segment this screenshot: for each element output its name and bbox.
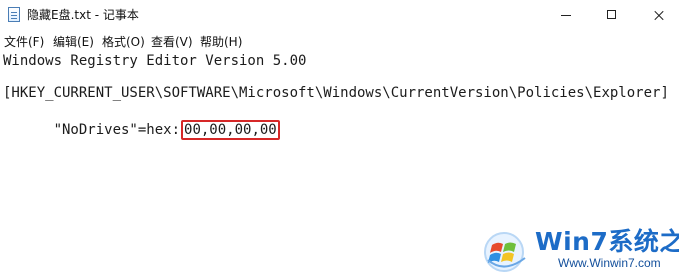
editor-line-version: Windows Registry Editor Version 5.00 (3, 53, 307, 69)
maximize-icon (607, 10, 616, 19)
window-title: 隐藏E盘.txt - 记事本 (27, 8, 139, 22)
highlighted-hex-value: 00,00,00,00 (181, 120, 280, 140)
value-name-text: "NoDrives"=hex: (53, 122, 181, 138)
menu-view[interactable]: 查看(V) (151, 33, 193, 51)
minimize-icon (561, 15, 571, 16)
menu-bar: 文件(F) 编辑(E) 格式(O) 查看(V) 帮助(H) (0, 31, 679, 53)
menu-format[interactable]: 格式(O) (102, 33, 145, 51)
menu-file[interactable]: 文件(F) (4, 33, 44, 51)
title-bar: 隐藏E盘.txt - 记事本 (0, 0, 679, 31)
menu-edit[interactable]: 编辑(E) (53, 33, 94, 51)
maximize-button[interactable] (589, 0, 635, 31)
text-editor[interactable]: Windows Registry Editor Version 5.00 [HK… (0, 52, 679, 277)
menu-help[interactable]: 帮助(H) (200, 33, 242, 51)
minimize-button[interactable] (543, 0, 589, 31)
close-button[interactable] (635, 0, 679, 31)
notepad-icon (8, 7, 20, 22)
notepad-window: 隐藏E盘.txt - 记事本 文件(F) 编辑(E) 格式(O) 查看(V) 帮… (0, 0, 679, 277)
editor-line-registry-key: [HKEY_CURRENT_USER\SOFTWARE\Microsoft\Wi… (3, 85, 669, 101)
editor-line-value: "NoDrives"=hex: 00,00,00,00 (3, 102, 280, 140)
